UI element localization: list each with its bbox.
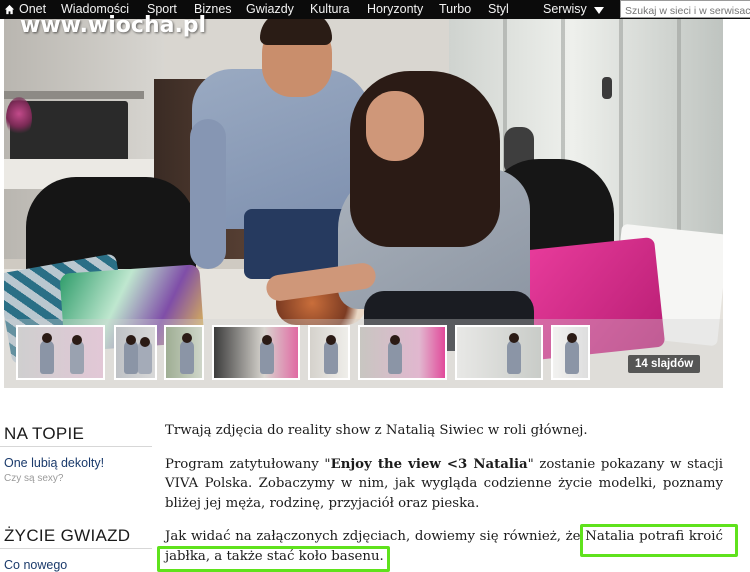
- article-paragraph: Trwają zdjęcia do reality show z Natalią…: [165, 423, 588, 438]
- sidebar-heading-zycie-gwiazd: ŻYCIE GWIAZD: [4, 526, 131, 545]
- nav-link-styl[interactable]: Styl: [488, 3, 509, 16]
- gallery-thumbnail[interactable]: [455, 325, 543, 380]
- gallery-thumbnail[interactable]: [551, 325, 590, 380]
- article-body: Trwają zdjęcia do reality show z Natalią…: [165, 421, 723, 572]
- gallery-thumbnail[interactable]: [164, 325, 204, 380]
- search-input[interactable]: [620, 0, 750, 18]
- sidebar-heading-na-topie: NA TOPIE: [4, 424, 85, 443]
- sidebar-link[interactable]: One lubią dekolty!: [4, 456, 104, 470]
- gallery-thumbnail[interactable]: [308, 325, 350, 380]
- nav-link-horyzonty[interactable]: Horyzonty: [367, 3, 423, 16]
- services-label: Serwisy: [543, 2, 587, 16]
- sidebar-divider: [0, 446, 152, 447]
- sidebar-sublink[interactable]: Czy są sexy?: [4, 473, 63, 484]
- nav-link-kultura[interactable]: Kultura: [310, 3, 350, 16]
- article-paragraph: Program zatytułowany "Enjoy the view <3 …: [165, 455, 723, 514]
- show-title: Enjoy the view <3 Natalia: [330, 456, 528, 472]
- article-paragraph: Jak widać na załączonych zdjęciach, dowi…: [165, 529, 723, 564]
- nav-link-gwiazdy[interactable]: Gwiazdy: [246, 3, 294, 16]
- slides-count-badge[interactable]: 14 slajdów: [628, 355, 701, 373]
- services-dropdown[interactable]: Serwisy: [543, 3, 604, 16]
- watermark: www.wiocha.pl: [20, 13, 207, 38]
- dropdown-arrow-icon: [593, 6, 604, 14]
- gallery-thumbnail[interactable]: [114, 325, 157, 380]
- gallery-thumbnail[interactable]: [16, 325, 105, 380]
- gallery-thumbnail[interactable]: [358, 325, 447, 380]
- sidebar-divider: [0, 548, 152, 549]
- gallery-thumbnail[interactable]: [212, 325, 300, 380]
- nav-link-turbo[interactable]: Turbo: [439, 3, 471, 16]
- sidebar-link[interactable]: Co nowego: [4, 558, 67, 572]
- home-icon: [4, 4, 15, 15]
- hero-gallery-photo[interactable]: 14 slajdów: [4, 19, 723, 388]
- article-text: Program zatytułowany ": [165, 456, 331, 472]
